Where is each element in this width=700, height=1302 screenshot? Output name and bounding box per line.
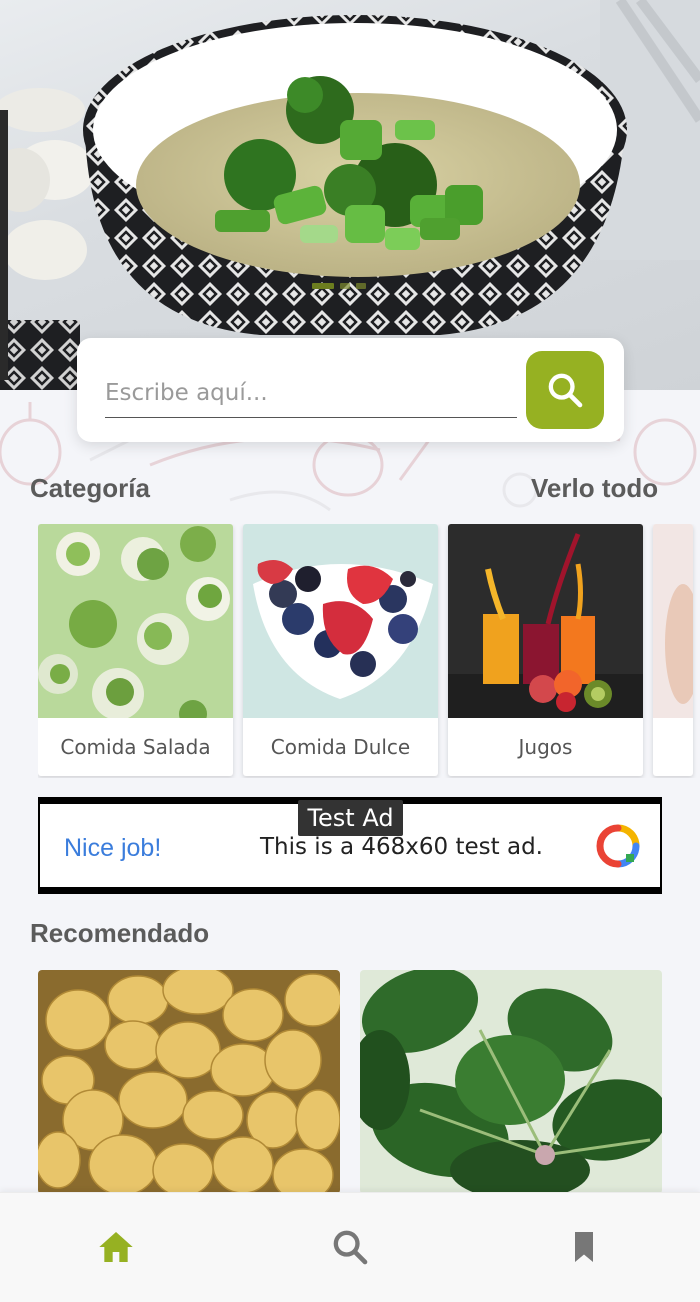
- recommended-card-potatoes[interactable]: [38, 970, 340, 1194]
- hero-banner[interactable]: [0, 0, 700, 390]
- spinach-image: [360, 970, 662, 1194]
- cauliflower-image: [38, 524, 233, 718]
- recommended-card-spinach[interactable]: [360, 970, 662, 1194]
- ad-headline[interactable]: Nice job!: [64, 834, 161, 863]
- search-input[interactable]: [105, 362, 517, 418]
- carousel-dot[interactable]: [340, 283, 350, 289]
- berries-image: [243, 524, 438, 718]
- category-card-jugos[interactable]: Jugos: [448, 524, 643, 776]
- juices-image: [448, 524, 643, 718]
- category-card-salada[interactable]: Comida Salada: [38, 524, 233, 776]
- carousel-dot-active[interactable]: [312, 283, 334, 289]
- nav-home[interactable]: [94, 1225, 138, 1269]
- home-icon: [99, 1232, 133, 1262]
- category-label: Comida Dulce: [270, 735, 411, 759]
- categories-title: Categoría: [30, 473, 150, 503]
- carousel-indicator: [312, 283, 366, 289]
- category-label: Jugos: [518, 735, 573, 759]
- search-button[interactable]: [526, 351, 604, 429]
- see-all-link[interactable]: Verlo todo: [531, 473, 658, 504]
- search-card: [77, 338, 624, 442]
- potatoes-image: [38, 970, 340, 1194]
- search-icon: [333, 1230, 368, 1265]
- ad-choices-icon[interactable]: [596, 824, 640, 868]
- category-card-dulce[interactable]: Comida Dulce: [243, 524, 438, 776]
- carousel-dot[interactable]: [356, 283, 366, 289]
- category-label: Comida Salada: [60, 735, 211, 759]
- hero-edge: [0, 110, 8, 380]
- recommended-title: Recomendado: [30, 918, 210, 948]
- ad-body[interactable]: This is a 468x60 test ad.: [260, 834, 543, 860]
- bottom-navigation: [0, 1192, 700, 1302]
- bookmark-icon: [575, 1232, 593, 1262]
- category-card-partial[interactable]: [653, 524, 693, 776]
- ad-test-tag: Test Ad: [298, 800, 403, 836]
- search-icon: [548, 373, 583, 408]
- nav-search[interactable]: [328, 1225, 372, 1269]
- category-list[interactable]: Comida Salada Comida Dulce Jugos: [38, 524, 700, 778]
- nav-bookmarks[interactable]: [562, 1225, 606, 1269]
- soup-bowl-image: [0, 0, 700, 390]
